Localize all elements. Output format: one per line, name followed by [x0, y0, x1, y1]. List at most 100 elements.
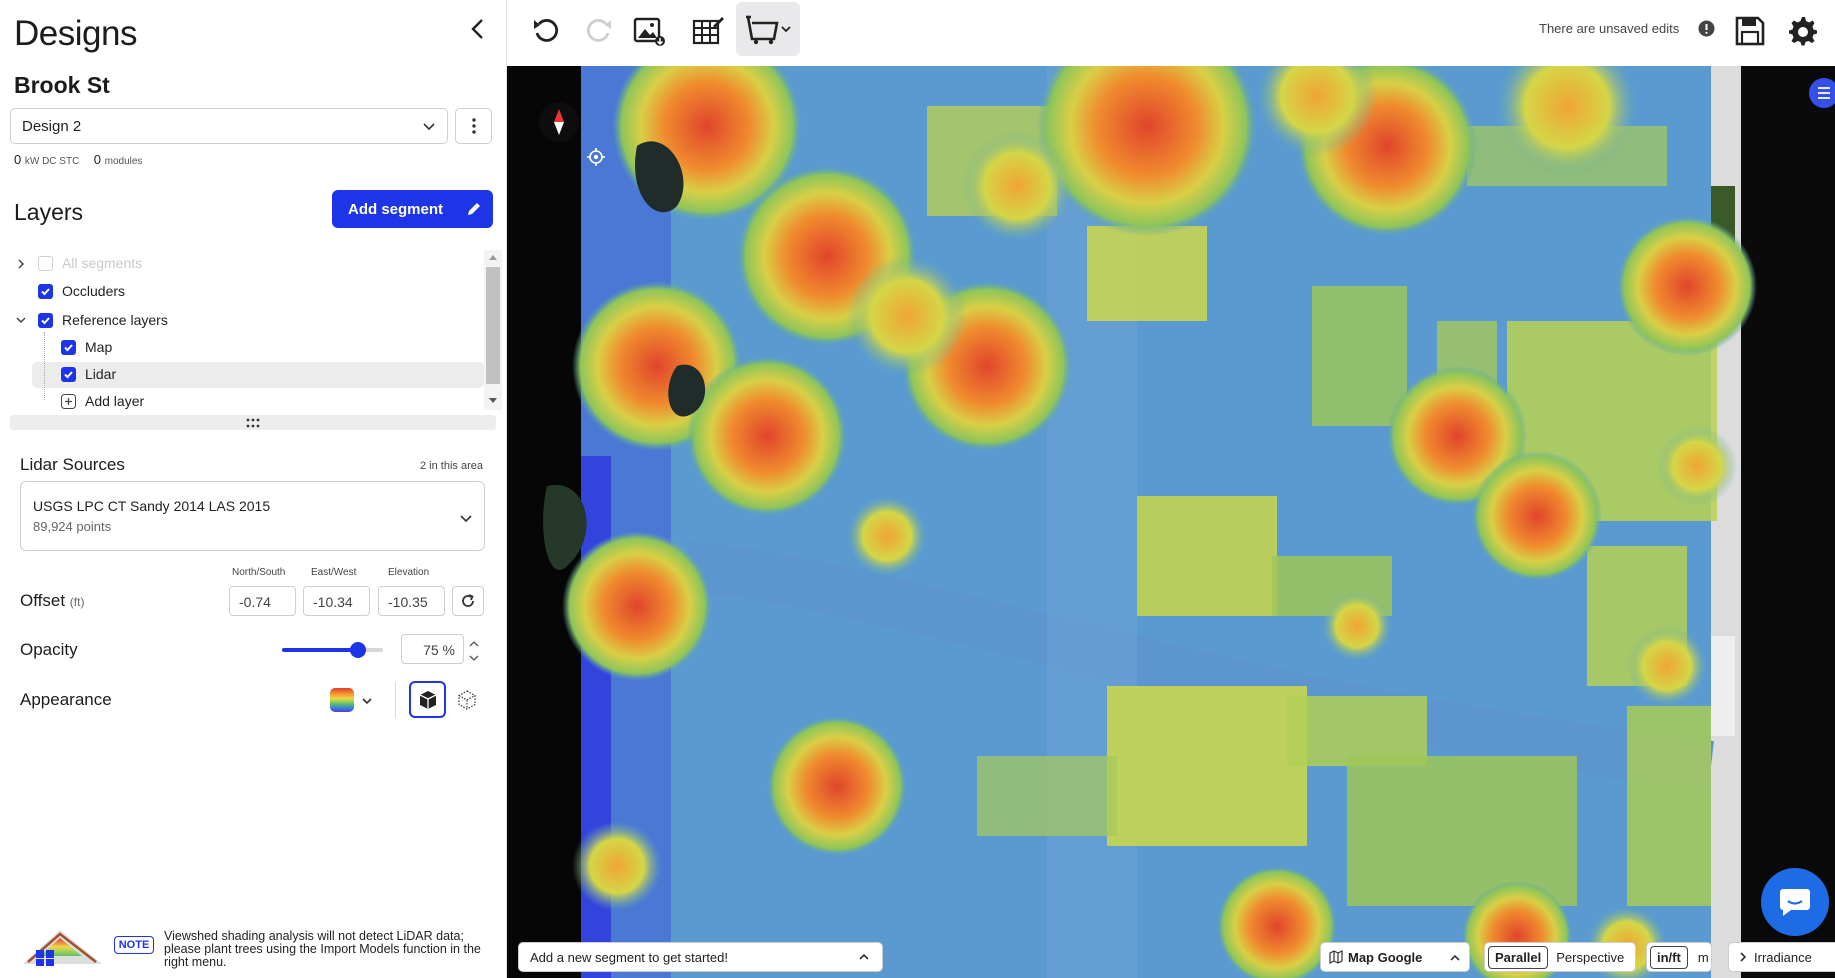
segment-hint-bar[interactable]: Add a new segment to get started! — [518, 942, 883, 972]
redo-button[interactable] — [577, 10, 619, 52]
basemap-label: Map Google — [1348, 949, 1423, 965]
layer-all-segments[interactable]: All segments — [38, 251, 142, 275]
save-button[interactable] — [1729, 10, 1771, 52]
unsaved-edits-text: There are unsaved edits — [1539, 21, 1680, 36]
edit-grid-button[interactable] — [687, 10, 729, 52]
note-text: Viewshed shading analysis will not detec… — [164, 929, 481, 969]
lidar-sources-title: Lidar Sources — [20, 455, 125, 474]
chevron-down-icon[interactable] — [360, 694, 374, 708]
chevron-right-icon — [18, 259, 25, 269]
chevron-down-icon — [16, 317, 26, 324]
north-south-input[interactable]: -0.74 — [229, 586, 296, 616]
imperial-option[interactable]: in/ft — [1650, 945, 1688, 969]
design-sidebar: Designs Brook St Design 2 0 kW DC STC 0 … — [0, 0, 507, 978]
opacity-title: Opacity — [20, 640, 78, 659]
design-stats: 0 kW DC STC 0 modules — [14, 152, 142, 167]
chevron-down-icon — [781, 26, 791, 33]
segment-hint-text: Add a new segment to get started! — [530, 949, 729, 965]
layer-map[interactable]: Map — [61, 335, 112, 359]
project-name: Brook St — [14, 72, 110, 98]
irradiance-label: Irradiance — [1754, 949, 1812, 965]
chevron-up-icon — [469, 640, 479, 646]
point-cloud-icon — [458, 690, 476, 710]
modules-unit: modules — [104, 156, 143, 167]
edit-grid-icon — [692, 17, 724, 45]
lidar-source-name: USGS LPC CT Sandy 2014 LAS 2015 — [33, 498, 271, 514]
export-image-icon — [633, 17, 665, 46]
kw-unit: kW DC STC — [24, 156, 80, 167]
design-more-button[interactable] — [455, 108, 492, 144]
checkbox[interactable] — [38, 283, 53, 299]
lidar-heatmap — [507, 66, 1835, 978]
checkbox[interactable] — [38, 312, 53, 328]
opacity-slider-handle[interactable] — [349, 642, 366, 658]
compass[interactable] — [539, 102, 579, 142]
chevron-up-icon — [1450, 954, 1460, 961]
collapse-sidebar-button[interactable] — [465, 16, 491, 42]
cube-icon — [419, 690, 436, 709]
check-icon — [64, 370, 73, 378]
plus-circle-icon — [61, 393, 76, 409]
design-select[interactable]: Design 2 — [10, 108, 448, 144]
export-image-button[interactable] — [628, 10, 670, 52]
basemap-select[interactable]: Map Google — [1320, 942, 1470, 972]
metric-option[interactable]: m — [1692, 947, 1715, 968]
perspective-option[interactable]: Perspective — [1550, 947, 1630, 968]
pencil-icon — [468, 203, 480, 215]
checkbox[interactable] — [61, 339, 76, 355]
info-icon[interactable] — [1698, 20, 1715, 37]
layer-label: Reference layers — [62, 312, 168, 328]
lidar-source-select[interactable]: USGS LPC CT Sandy 2014 LAS 2015 89,924 p… — [20, 481, 485, 551]
layer-lidar[interactable]: Lidar — [61, 362, 116, 386]
tree-guide — [44, 332, 45, 400]
layer-label: Map — [85, 339, 113, 355]
projection-toggle: Parallel Perspective — [1484, 942, 1636, 972]
checkbox[interactable] — [38, 255, 53, 271]
opacity-increment[interactable] — [466, 636, 482, 650]
units-toggle: in/ft m — [1646, 942, 1712, 972]
modules-value: 0 — [93, 152, 101, 167]
elevation-input[interactable]: -10.35 — [378, 586, 445, 616]
draw-roof-button[interactable] — [736, 2, 800, 56]
add-segment-label: Add segment — [348, 200, 444, 218]
check-icon — [41, 287, 50, 295]
add-layer-button[interactable]: Add layer — [61, 389, 144, 412]
opacity-input[interactable]: 75 % — [401, 634, 464, 664]
chevron-up-icon — [859, 953, 869, 960]
parallel-option[interactable]: Parallel — [1488, 945, 1549, 969]
chevron-down-icon — [469, 655, 479, 661]
offset-title: Offset (ft) — [20, 591, 84, 611]
scroll-down-icon — [489, 398, 497, 403]
more-vertical-icon — [471, 118, 476, 134]
locate-icon[interactable] — [587, 148, 605, 166]
check-icon — [41, 316, 50, 324]
irradiance-toggle[interactable]: Irradiance — [1728, 942, 1835, 972]
design-select-value: Design 2 — [22, 118, 82, 135]
point-cloud-view-button[interactable] — [455, 688, 479, 712]
add-segment-button[interactable]: Add segment — [332, 190, 493, 228]
scroll-up-icon — [489, 255, 497, 260]
opacity-decrement[interactable] — [466, 651, 482, 665]
checkbox[interactable] — [61, 366, 76, 382]
undo-button[interactable] — [526, 10, 568, 52]
layers-title: Layers — [14, 199, 84, 225]
compass-icon — [554, 109, 564, 135]
lidar-count: 2 in this area — [420, 460, 483, 472]
east-west-input[interactable]: -10.34 — [303, 586, 370, 616]
solid-view-button[interactable] — [409, 681, 446, 718]
layer-tree-scroll-thumb[interactable] — [486, 267, 500, 384]
lidar-map-view[interactable]: Add a new segment to get started! Map Go… — [507, 66, 1835, 978]
hamburger-icon — [1818, 87, 1830, 99]
color-ramp-swatch[interactable] — [330, 688, 354, 712]
resize-handle[interactable] — [10, 415, 496, 430]
chevron-down-icon — [423, 123, 435, 131]
house-logo-icon — [23, 930, 102, 966]
layer-reference-layers[interactable]: Reference layers — [38, 308, 168, 332]
chat-button[interactable] — [1761, 868, 1829, 936]
reset-offset-button[interactable] — [452, 586, 484, 616]
layers-menu-button[interactable] — [1809, 78, 1835, 108]
layer-occluders[interactable]: Occluders — [38, 279, 125, 303]
offset-label: Offset — [20, 591, 66, 610]
settings-button[interactable] — [1782, 10, 1824, 52]
layer-label: Occluders — [62, 283, 126, 299]
